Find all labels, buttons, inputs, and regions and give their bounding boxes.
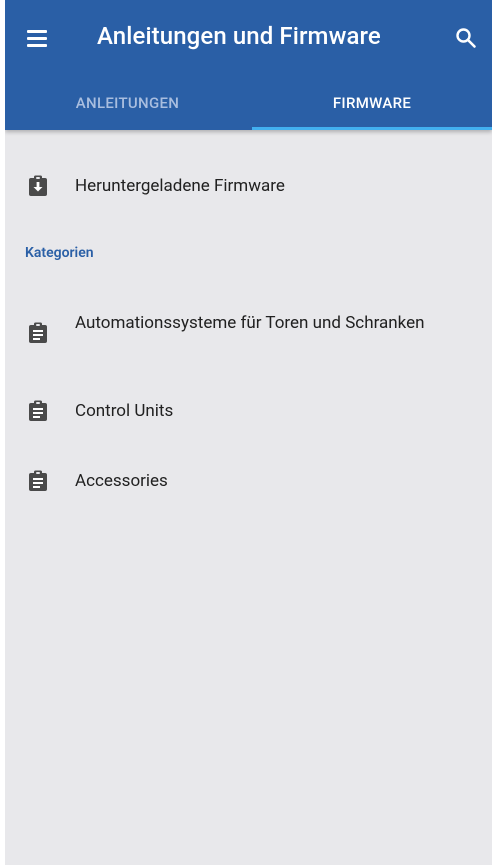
search-icon[interactable] xyxy=(455,27,477,49)
category-item[interactable]: Control Units xyxy=(5,386,492,436)
screen: Anleitungen und Firmware ANLEITUNGEN FIR… xyxy=(5,0,492,865)
tab-indicator xyxy=(252,127,492,130)
menu-icon[interactable] xyxy=(27,28,47,48)
category-label: Control Units xyxy=(75,401,174,421)
category-label: Automationssysteme für Toren und Schrank… xyxy=(75,313,425,333)
tab-anleitungen[interactable]: ANLEITUNGEN xyxy=(5,75,250,130)
clipboard-list-icon xyxy=(28,470,48,492)
clipboard-download-icon xyxy=(28,175,48,197)
clipboard-list-icon xyxy=(28,322,48,344)
section-header-kategorien: Kategorien xyxy=(25,245,94,261)
tab-firmware[interactable]: FIRMWARE xyxy=(252,75,492,130)
downloaded-firmware-item[interactable]: Heruntergeladene Firmware xyxy=(5,162,492,212)
clipboard-list-icon xyxy=(28,400,48,422)
category-item[interactable]: Accessories xyxy=(5,456,492,506)
app-bar: Anleitungen und Firmware ANLEITUNGEN FIR… xyxy=(5,0,492,130)
category-label: Accessories xyxy=(75,471,168,491)
page-title: Anleitungen und Firmware xyxy=(97,22,381,50)
category-item[interactable]: Automationssysteme für Toren und Schrank… xyxy=(5,305,492,365)
downloaded-firmware-label: Heruntergeladene Firmware xyxy=(75,176,285,196)
tab-bar: ANLEITUNGEN FIRMWARE xyxy=(5,75,492,130)
